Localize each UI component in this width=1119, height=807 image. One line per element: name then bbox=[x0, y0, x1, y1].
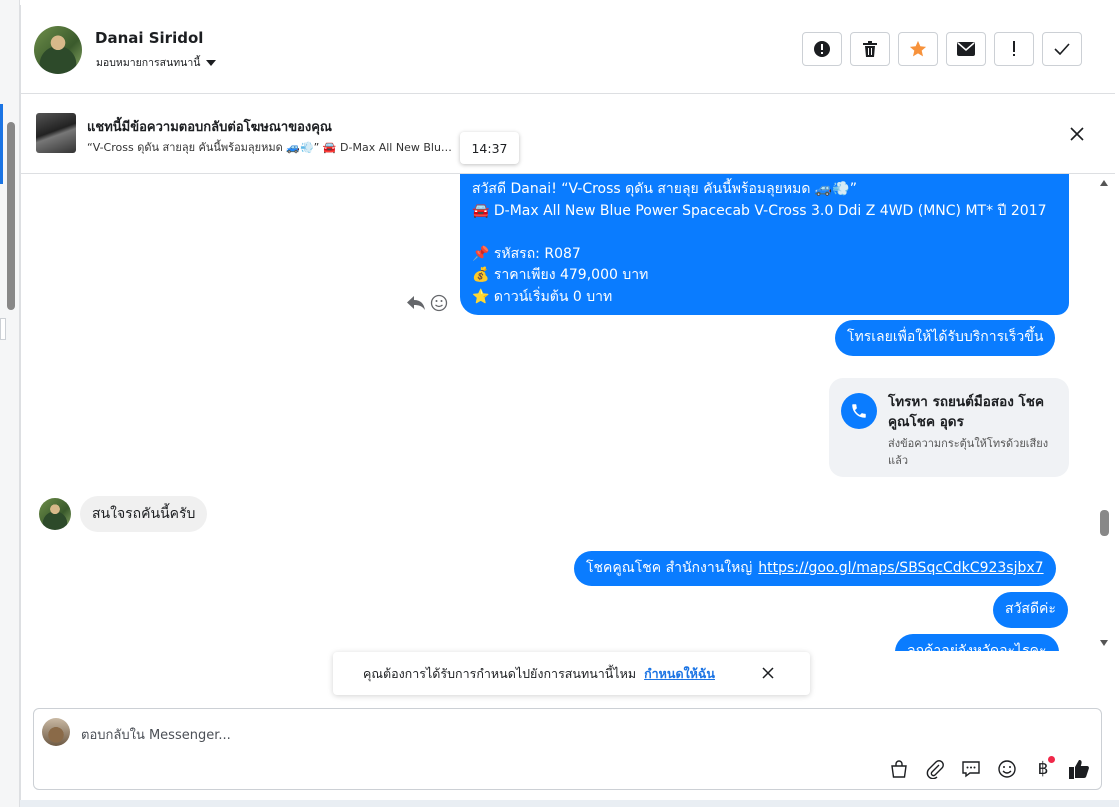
shopping-bag-icon[interactable] bbox=[886, 756, 912, 782]
ad-banner-title: แชทนี้มีข้อความตอบกลับต่อโฆษณาของคุณ bbox=[87, 120, 332, 135]
contact-avatar-small[interactable] bbox=[39, 498, 71, 530]
scroll-up-arrow-icon[interactable] bbox=[1100, 180, 1108, 186]
alert-circle-icon bbox=[814, 41, 830, 57]
reply-icon[interactable] bbox=[406, 295, 426, 311]
branch-bubble[interactable]: โชคคูณโชค สำนักงานใหญ่ https://goo.gl/ma… bbox=[574, 551, 1056, 586]
call-card-title: โทรหา รถยนต์มือสอง โชคคูณโชค อุดร bbox=[888, 394, 1045, 430]
saved-reply-icon[interactable] bbox=[958, 756, 984, 782]
rail-scrollbar[interactable] bbox=[7, 122, 15, 310]
timestamp-tooltip: 14:37 bbox=[460, 132, 519, 164]
incoming-message-row: สนใจรถคันนี้ครับ bbox=[39, 496, 208, 532]
emoji-icon[interactable] bbox=[994, 756, 1020, 782]
caret-down-icon bbox=[206, 59, 217, 66]
check-icon bbox=[1054, 43, 1070, 55]
rail-active-indicator bbox=[0, 104, 3, 184]
composer-placeholder[interactable]: ตอบกลับใน Messenger... bbox=[81, 724, 231, 745]
left-rail bbox=[0, 0, 20, 807]
star-button[interactable] bbox=[898, 32, 938, 66]
contact-name[interactable]: Danai Siridol bbox=[95, 29, 203, 47]
follow-up-button[interactable] bbox=[994, 32, 1034, 66]
conversation-panel: Danai Siridol มอบหมายการสนทนานี้ แชทนี้ม… bbox=[20, 5, 1115, 800]
contact-avatar[interactable] bbox=[34, 26, 82, 74]
paperclip-icon[interactable] bbox=[922, 756, 948, 782]
thumbs-up-icon[interactable] bbox=[1066, 756, 1092, 782]
spam-button[interactable] bbox=[802, 32, 842, 66]
mark-unread-button[interactable] bbox=[946, 32, 986, 66]
rail-tab[interactable] bbox=[0, 318, 6, 340]
call-card-subtitle: ส่งข้อความกระตุ้นให้โทรด้วยเสียงแล้ว bbox=[888, 437, 1049, 467]
ad-reply-banner: แชทนี้มีข้อความตอบกลับต่อโฆษณาของคุณ “V-… bbox=[21, 94, 1115, 174]
ad-snippet: “V-Cross ดุดัน สายลุย คันนี้พร้อมลุยหมด … bbox=[87, 141, 457, 154]
trash-icon bbox=[863, 41, 877, 57]
composer-tools: ฿ bbox=[886, 756, 1092, 782]
page-avatar bbox=[42, 718, 70, 746]
message-tools bbox=[406, 294, 448, 312]
assign-to-me-link[interactable]: กำหนดให้ฉัน bbox=[644, 664, 715, 684]
branch-text: โชคคูณโชค สำนักงานใหญ่ bbox=[586, 559, 753, 576]
auto-reply-line: 💰 ราคาเพียง 479,000 บาท bbox=[472, 267, 649, 283]
star-icon bbox=[909, 40, 927, 57]
chat-scrollbar-thumb[interactable] bbox=[1100, 510, 1109, 536]
greeting-bubble[interactable]: สวัสดีค่ะ bbox=[993, 592, 1068, 628]
assign-dropdown[interactable]: มอบหมายการสนทนานี้ bbox=[96, 54, 217, 71]
auto-reply-line: 🚘 D-Max All New Blue Power Spacecab V-Cr… bbox=[472, 202, 1047, 219]
react-emoji-icon[interactable] bbox=[430, 294, 448, 312]
auto-reply-line: 📌 รหัสรถ: R087 bbox=[472, 245, 581, 262]
exclamation-icon bbox=[1013, 41, 1015, 56]
ad-thumbnail[interactable] bbox=[36, 113, 76, 153]
auto-reply-spacer bbox=[472, 222, 1057, 244]
close-icon[interactable] bbox=[760, 665, 776, 681]
call-card[interactable]: โทรหา รถยนต์มือสอง โชคคูณโชค อุดร ส่งข้อ… bbox=[829, 378, 1069, 477]
baht-icon[interactable]: ฿ bbox=[1030, 756, 1056, 782]
map-link[interactable]: https://goo.gl/maps/SBSqcCdkC923sjbx7 bbox=[758, 558, 1043, 580]
assign-reminder: คุณต้องการได้รับการกำหนดไปยังการสนทนานี้… bbox=[333, 652, 810, 695]
auto-reply-bubble[interactable]: สวัสดี Danai! “V-Cross ดุดัน สายลุย คันน… bbox=[460, 174, 1069, 315]
partial-bubble[interactable]: ลูกค้าอยู่จังหวัดอะไรคะ bbox=[895, 634, 1059, 651]
scroll-down-arrow-icon[interactable] bbox=[1100, 640, 1108, 646]
auto-reply-line: ⭐ ดาวน์เริ่มต้น 0 บาท bbox=[472, 288, 613, 305]
auto-reply-line: สวัสดี Danai! “V-Cross ดุดัน สายลุย คันน… bbox=[472, 181, 857, 197]
close-icon[interactable] bbox=[1067, 124, 1087, 144]
phone-icon bbox=[841, 393, 877, 429]
reminder-text: คุณต้องการได้รับการกำหนดไปยังการสนทนานี้… bbox=[363, 665, 637, 681]
notification-dot bbox=[1048, 756, 1055, 763]
envelope-icon bbox=[957, 42, 975, 56]
reply-composer[interactable]: ตอบกลับใน Messenger... ฿ bbox=[33, 708, 1102, 790]
incoming-bubble[interactable]: สนใจรถคันนี้ครับ bbox=[80, 496, 208, 532]
delete-button[interactable] bbox=[850, 32, 890, 66]
panel-footer-strip bbox=[20, 800, 1119, 807]
assign-label: มอบหมายการสนทนานี้ bbox=[96, 57, 201, 69]
conversation-header: Danai Siridol มอบหมายการสนทนานี้ bbox=[21, 5, 1115, 94]
call-prompt-bubble[interactable]: โทรเลยเพื่อให้ได้รับบริการเร็วขึ้น bbox=[835, 320, 1056, 356]
mark-done-button[interactable] bbox=[1042, 32, 1082, 66]
message-thread: สวัสดี Danai! “V-Cross ดุดัน สายลุย คันน… bbox=[21, 174, 1115, 651]
header-actions bbox=[802, 32, 1082, 66]
